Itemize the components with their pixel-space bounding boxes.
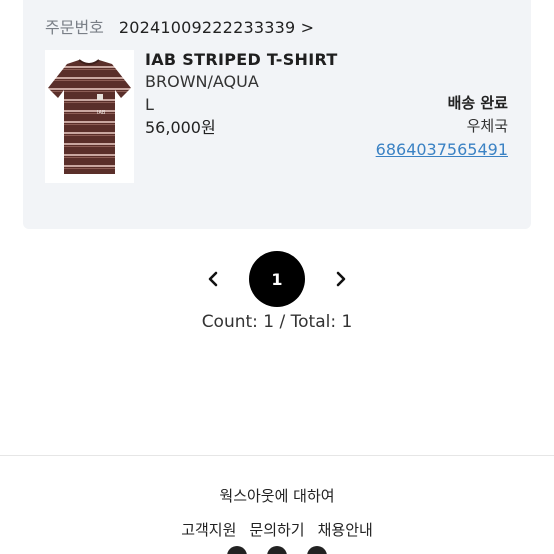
product-name[interactable]: IAB STRIPED T-SHIRT (145, 50, 338, 70)
product-info: IAB STRIPED T-SHIRT BROWN/AQUA L 56,000원 (145, 50, 338, 139)
pagination-count: Count: 1 / Total: 1 (201, 312, 353, 332)
tracking-number-link[interactable]: 6864037565491 (376, 138, 508, 162)
chevron-right-icon (336, 271, 346, 287)
order-number-label: 주문번호 (45, 18, 104, 37)
social-icon[interactable] (267, 546, 287, 554)
chevron-left-icon (208, 271, 218, 287)
product-size: L (145, 95, 154, 114)
social-icon[interactable] (227, 546, 247, 554)
footer-divider (0, 455, 554, 456)
next-page-button[interactable] (331, 269, 351, 289)
shipping-status: 배송 완료 (447, 94, 508, 112)
product-price: 56,000원 (145, 118, 216, 137)
order-number-link[interactable]: 주문번호 20241009222233339 > (45, 14, 314, 38)
footer-link-inquiry[interactable]: 문의하기 (249, 519, 304, 540)
footer-link-careers[interactable]: 채용안내 (318, 519, 373, 540)
svg-text:IAB: IAB (97, 110, 106, 116)
page-button-current[interactable]: 1 (249, 251, 305, 307)
courier-name: 우체국 (466, 117, 508, 135)
prev-page-button[interactable] (203, 269, 223, 289)
shipping-status-block: 배송 완료 우체국 6864037565491 (376, 92, 508, 162)
footer-link-support[interactable]: 고객지원 (181, 519, 236, 540)
product-color: BROWN/AQUA (145, 72, 259, 91)
footer-links: 고객지원 문의하기 채용안내 (0, 519, 554, 540)
footer-about-link[interactable]: 웍스아웃에 대하여 (0, 485, 554, 506)
order-number-value[interactable]: 20241009222233339 > (119, 18, 314, 37)
order-card: 주문번호 20241009222233339 > IAB IAB STRIPED… (23, 0, 531, 229)
pagination: 1 (0, 251, 554, 307)
footer-social-icons (0, 546, 554, 554)
social-icon[interactable] (307, 546, 327, 554)
product-thumbnail[interactable]: IAB (45, 50, 134, 183)
striped-tshirt-image: IAB (45, 50, 134, 183)
